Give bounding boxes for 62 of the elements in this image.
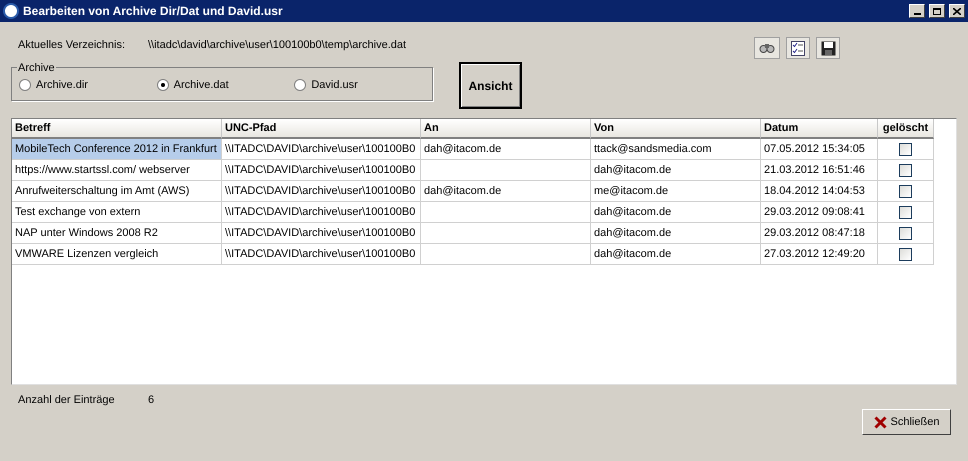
- table-cell: dah@itacom.de: [421, 139, 591, 160]
- deleted-checkbox[interactable]: [899, 248, 912, 260]
- close-dialog-button[interactable]: Schließen: [862, 409, 951, 435]
- table-cell: VMWARE Lizenzen vergleich: [12, 244, 222, 265]
- table-cell: https://www.startssl.com/ webserver: [12, 160, 222, 181]
- table-cell: \\ITADC\DAVID\archive\user\100100B0: [222, 139, 421, 160]
- column-header[interactable]: UNC-Pfad: [222, 119, 421, 139]
- radio-button[interactable]: [19, 79, 31, 91]
- close-icon: [874, 416, 887, 428]
- table-cell: \\ITADC\DAVID\archive\user\100100B0: [222, 244, 421, 265]
- table-cell: \\ITADC\DAVID\archive\user\100100B0: [222, 160, 421, 181]
- radio-button[interactable]: [156, 79, 169, 91]
- deleted-checkbox[interactable]: [899, 164, 912, 176]
- checklist-button[interactable]: [786, 37, 810, 59]
- table-cell: dah@itacom.de: [591, 223, 761, 244]
- radio-option[interactable]: Archive.dir: [19, 76, 157, 94]
- minimize-button[interactable]: [909, 4, 925, 18]
- count-label: Anzahl der Einträge: [18, 393, 116, 408]
- table-cell: \\ITADC\DAVID\archive\user\100100B0: [222, 223, 421, 244]
- table-cell: dah@itacom.de: [591, 202, 761, 223]
- radio-option[interactable]: Archive.dat: [156, 76, 294, 94]
- table-cell: dah@itacom.de: [591, 160, 761, 181]
- binoculars-button[interactable]: [754, 37, 780, 59]
- deleted-checkbox[interactable]: [899, 226, 912, 240]
- column-header[interactable]: Von: [591, 119, 761, 139]
- table-cell: MobileTech Conference 2012 in Frankfurt: [12, 139, 222, 160]
- deleted-checkbox[interactable]: [899, 184, 912, 198]
- table-cell: Test exchange von extern: [12, 202, 222, 223]
- table-cell: dah@itacom.de: [421, 181, 591, 202]
- table-cell: \\ITADC\DAVID\archive\user\100100B0: [222, 202, 421, 223]
- table-cell: Anrufweiterschaltung im Amt (AWS): [12, 181, 222, 202]
- close-button[interactable]: [949, 4, 965, 18]
- column-header[interactable]: Betreff: [12, 119, 222, 139]
- table-cell: 29.03.2012 09:08:41: [761, 202, 878, 223]
- table-cell: NAP unter Windows 2008 R2: [12, 223, 222, 244]
- table-cell: 18.04.2012 14:04:53: [761, 181, 878, 202]
- deleted-checkbox[interactable]: [899, 142, 912, 156]
- count-value: 6: [148, 393, 154, 408]
- maximize-button[interactable]: [929, 4, 945, 18]
- table-cell: 07.05.2012 15:34:05: [761, 139, 878, 160]
- column-header[interactable]: Datum: [761, 119, 878, 139]
- checklist-icon: [791, 40, 805, 56]
- radio-option[interactable]: David.usr: [294, 76, 432, 94]
- table-cell: 29.03.2012 08:47:18: [761, 223, 878, 244]
- table-cell: dah@itacom.de: [591, 244, 761, 265]
- table-cell: ttack@sandsmedia.com: [591, 139, 761, 160]
- directory-path: \\itadc\david\archive\user\100100b0\temp\archive.dat: [148, 38, 406, 53]
- close-icon: [953, 8, 961, 14]
- directory-label: Aktuelles Verzeichnis:: [18, 38, 126, 53]
- app-logo-icon: [3, 3, 19, 19]
- table-cell: me@itacom.de: [591, 181, 761, 202]
- view-button[interactable]: Ansicht: [459, 62, 522, 109]
- table-cell: 27.03.2012 12:49:20: [761, 244, 878, 265]
- radio-button[interactable]: [294, 79, 306, 91]
- deleted-checkbox[interactable]: [899, 206, 912, 218]
- window-title: Bearbeiten von Archive Dir/Dat und David.usr: [23, 3, 284, 20]
- table-cell: 21.03.2012 16:51:46: [761, 160, 878, 181]
- table-cell: \\ITADC\DAVID\archive\user\100100B0: [222, 181, 421, 202]
- binoculars-icon: [759, 42, 775, 54]
- save-button[interactable]: [816, 37, 840, 59]
- column-header[interactable]: gelöscht: [878, 119, 934, 139]
- column-header[interactable]: An: [421, 119, 591, 139]
